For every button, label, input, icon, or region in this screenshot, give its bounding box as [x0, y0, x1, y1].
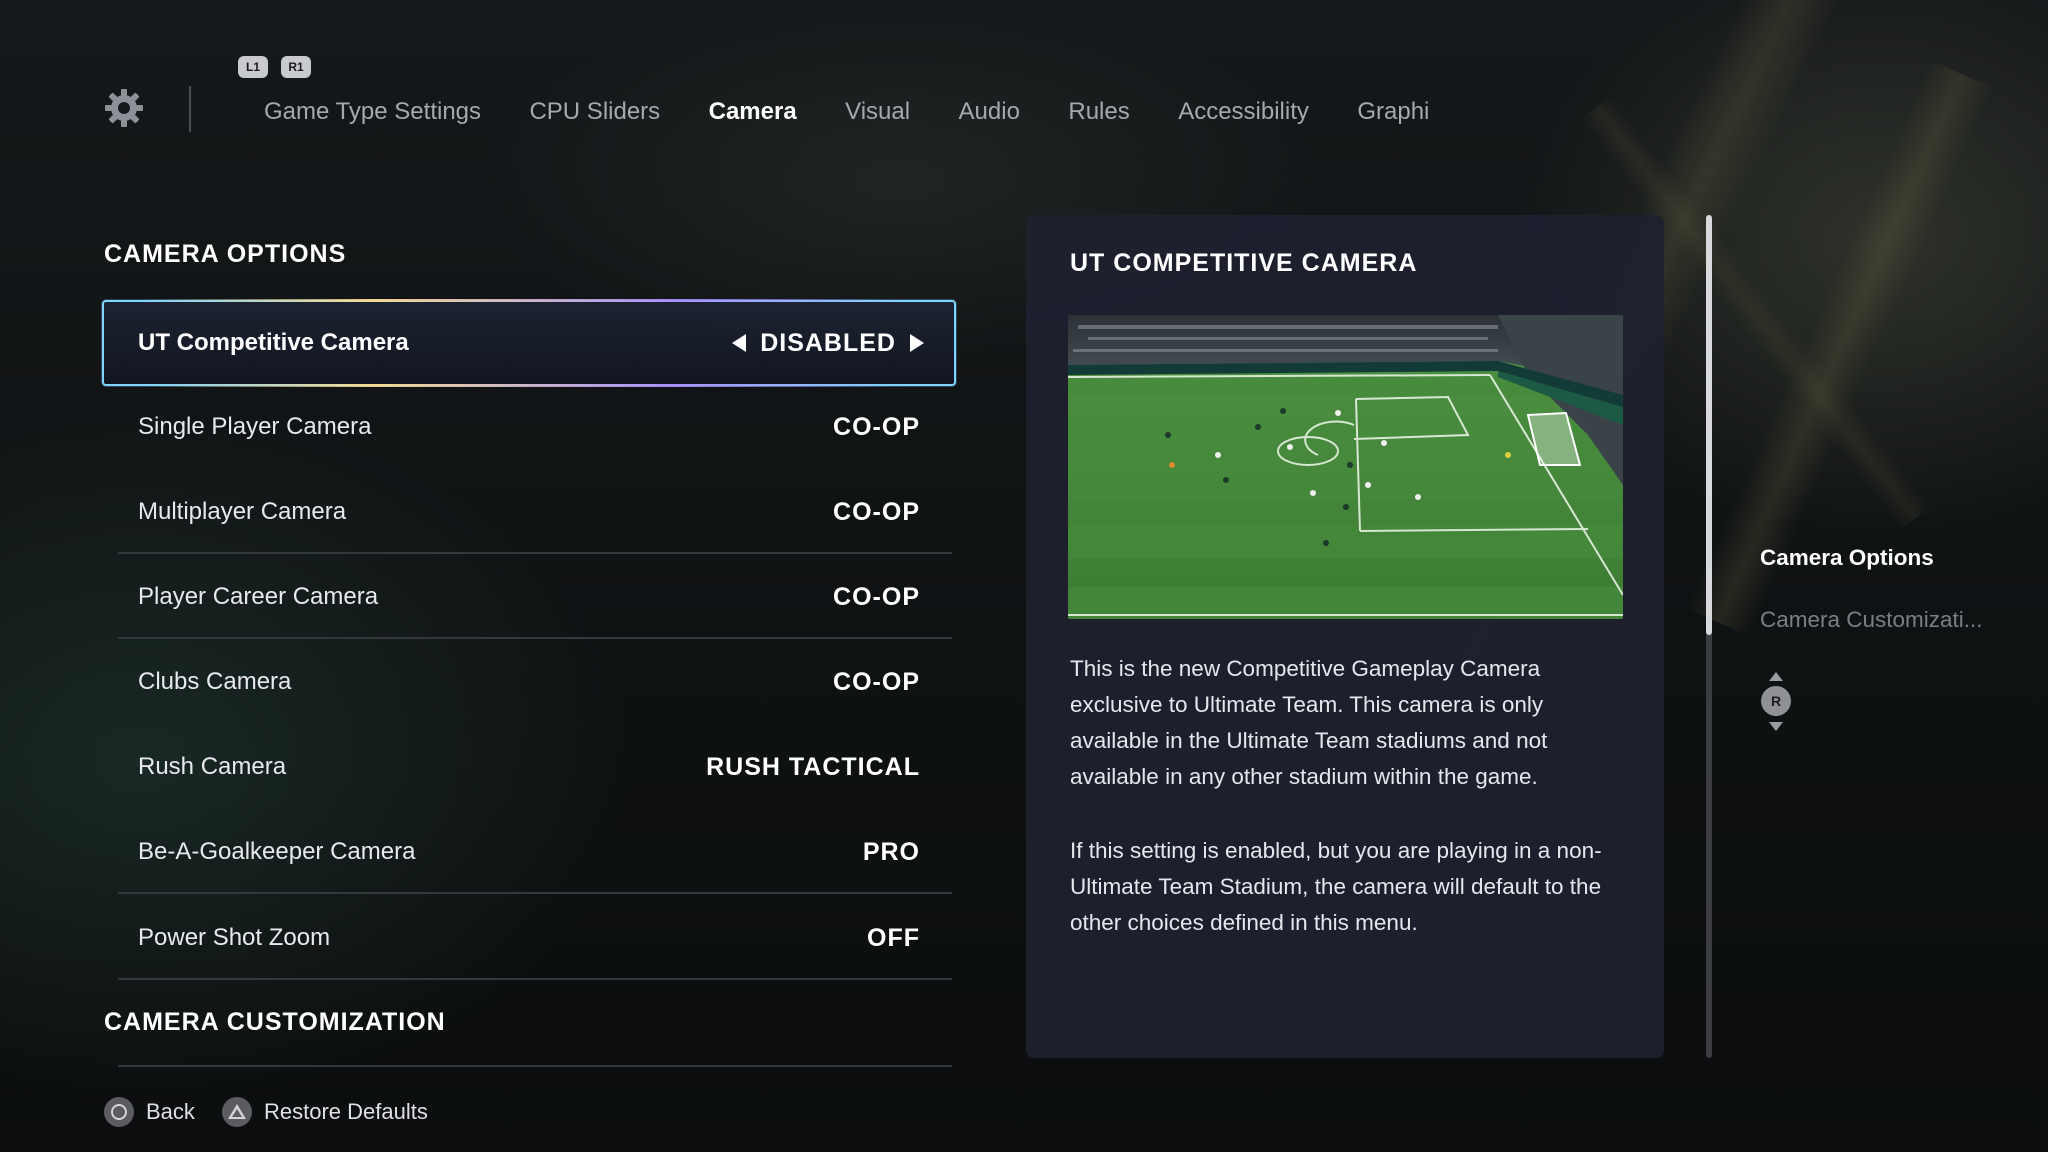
row-divider	[118, 892, 952, 894]
option-value: DISABLED	[760, 328, 896, 357]
circle-button-icon	[104, 1097, 134, 1127]
back-button[interactable]: Back	[104, 1096, 195, 1128]
option-ut-competitive-camera[interactable]: UT Competitive Camera DISABLED	[102, 299, 956, 387]
option-label: Player Career Camera	[138, 583, 379, 610]
option-value: RUSH TACTICAL	[706, 753, 920, 781]
restore-defaults-label: Restore Defaults	[264, 1099, 428, 1124]
option-label: Be-A-Goalkeeper Camera	[138, 838, 416, 865]
option-value-selector[interactable]: DISABLED	[732, 302, 924, 384]
info-panel: UT COMPETITIVE CAMERA This is the new Co…	[1026, 215, 1664, 1058]
info-description: This is the new Competitive Gameplay Cam…	[1070, 656, 1548, 789]
row-divider	[118, 552, 952, 554]
option-clubs-camera[interactable]: Clubs Camera CO-OP	[118, 640, 952, 724]
info-title: UT COMPETITIVE CAMERA	[1070, 249, 1418, 277]
right-stick-icon: R	[1761, 686, 1791, 716]
option-player-career-camera[interactable]: Player Career Camera CO-OP	[118, 555, 952, 639]
tab-cpu-sliders[interactable]: CPU Sliders	[529, 92, 660, 132]
option-multiplayer-camera[interactable]: Multiplayer Camera CO-OP	[118, 470, 952, 554]
option-label: UT Competitive Camera	[138, 329, 409, 356]
triangle-button-icon	[222, 1097, 252, 1127]
option-value: CO-OP	[833, 498, 920, 526]
option-label: Multiplayer Camera	[138, 498, 347, 525]
sidebar-item-camera-options[interactable]: Camera Options	[1760, 545, 1934, 571]
chevron-down-icon	[1769, 722, 1783, 731]
camera-customization-heading[interactable]: CAMERA CUSTOMIZATION	[104, 1008, 446, 1037]
option-value: OFF	[867, 924, 920, 952]
option-value: CO-OP	[833, 668, 920, 696]
option-label: Rush Camera	[138, 753, 287, 780]
arrow-right-icon[interactable]	[910, 334, 924, 352]
l1-button-hint: L1	[238, 56, 268, 78]
tab-audio[interactable]: Audio	[959, 92, 1020, 132]
nav-divider	[189, 86, 191, 132]
row-divider	[118, 637, 952, 639]
tab-rules[interactable]: Rules	[1068, 92, 1129, 132]
option-label: Clubs Camera	[138, 668, 292, 695]
tab-camera[interactable]: Camera	[709, 92, 797, 132]
option-single-player-camera[interactable]: Single Player Camera CO-OP	[118, 385, 952, 469]
option-power-shot-zoom[interactable]: Power Shot Zoom OFF	[118, 896, 952, 980]
option-rush-camera[interactable]: Rush Camera RUSH TACTICAL	[118, 725, 952, 809]
right-stick-hint: R	[1761, 668, 1791, 736]
option-value: CO-OP	[833, 413, 920, 441]
option-be-a-goalkeeper-camera[interactable]: Be-A-Goalkeeper Camera PRO	[118, 810, 952, 894]
camera-preview-image	[1068, 315, 1623, 619]
option-label: Power Shot Zoom	[138, 924, 331, 951]
option-label: Single Player Camera	[138, 413, 372, 440]
tab-game-type-settings[interactable]: Game Type Settings	[264, 92, 481, 132]
settings-tabs: Game Type Settings CPU Sliders Camera Vi…	[264, 92, 1429, 132]
r1-button-hint: R1	[281, 56, 311, 78]
info-note: If this setting is enabled, but you are …	[1070, 838, 1602, 935]
tab-visual[interactable]: Visual	[845, 92, 910, 132]
tab-accessibility[interactable]: Accessibility	[1178, 92, 1309, 132]
row-divider	[118, 1065, 952, 1067]
option-value: PRO	[862, 838, 920, 866]
back-label: Back	[146, 1099, 195, 1124]
gear-icon[interactable]	[104, 88, 144, 128]
chevron-up-icon	[1769, 672, 1783, 681]
restore-defaults-button[interactable]: Restore Defaults	[222, 1096, 428, 1128]
sidebar-item-camera-customization[interactable]: Camera Customizati...	[1760, 607, 1983, 633]
row-divider	[118, 978, 952, 980]
camera-options-heading: CAMERA OPTIONS	[104, 240, 347, 268]
arrow-left-icon[interactable]	[732, 334, 747, 352]
tab-graphics[interactable]: Graphic	[1357, 92, 1429, 132]
option-value: CO-OP	[833, 583, 920, 611]
scrollbar-track[interactable]	[1706, 215, 1712, 1058]
scrollbar-thumb[interactable]	[1706, 215, 1712, 635]
